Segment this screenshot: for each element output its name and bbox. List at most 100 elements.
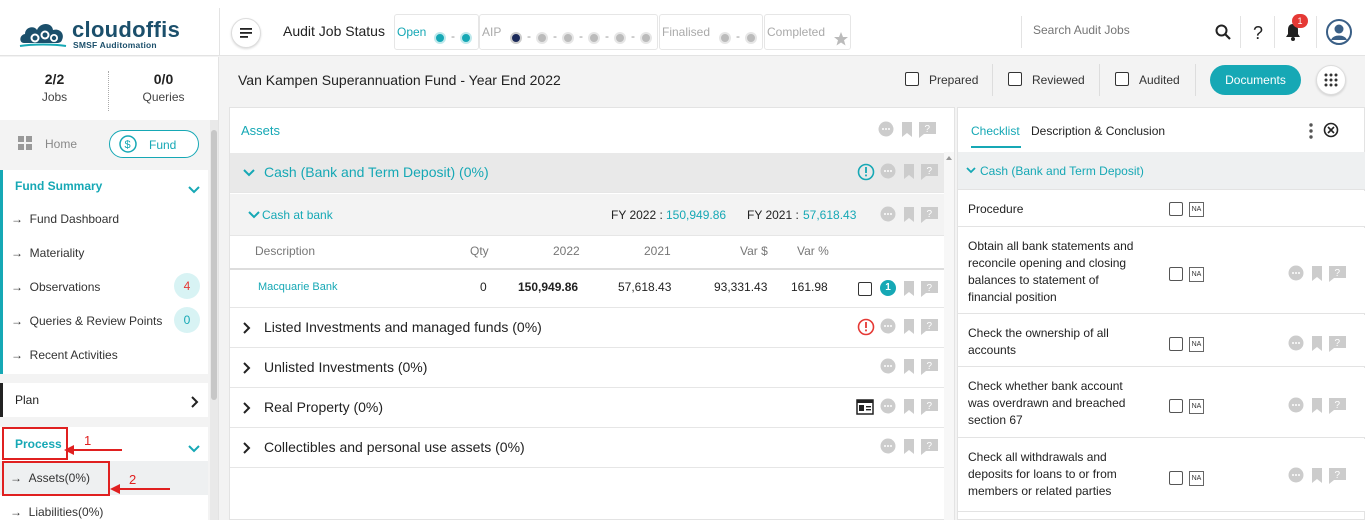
sidebar-item-materiality[interactable]: → Materiality [11,246,84,260]
checklist-item-checkbox[interactable] [1169,471,1183,485]
row-description[interactable]: Macquarie Bank [258,281,338,293]
status-finalised-group[interactable]: Finalised - [659,14,763,50]
search-audit-jobs-input[interactable] [1033,23,1203,37]
status-open-group[interactable]: Open - [394,14,479,50]
sidebar-item-liabilities[interactable]: → Liabilities(0%) [10,505,103,519]
bookmark-icon [902,122,912,137]
fund-label: Fund [149,138,177,152]
annotation-box-process [2,427,68,460]
category-row-collectibles[interactable]: Collectibles and personal use assets (0%… [230,428,944,468]
queries-count-badge: 0 [174,307,200,333]
svg-text:?: ? [927,166,933,177]
checklist-item: Check all withdrawals and deposits for l… [958,439,1365,512]
fund-summary-title[interactable]: Fund Summary [15,179,102,193]
subgroup-row-cash-at-bank[interactable]: Cash at bank FY 2022 : 150,949.86 FY 202… [230,194,944,236]
item-action-icons: ? [1288,467,1346,484]
status-completed-group[interactable]: Completed [764,14,851,50]
search-icon[interactable] [1214,23,1232,41]
na-toggle[interactable]: NA [1189,202,1204,217]
dollar-coin-icon: $ [119,135,137,153]
comment-count-badge[interactable]: 1 [880,280,896,296]
checklist-item: Check the ownership of all accounts NA ? [958,315,1365,367]
svg-text:$: $ [125,139,131,151]
checklist-section-header[interactable]: Cash (Bank and Term Deposit) [958,152,1365,190]
category-label: Cash (Bank and Term Deposit) (0%) [264,164,489,180]
jobs-count: 2/2 [44,71,65,87]
na-toggle[interactable]: NA [1189,337,1204,352]
notification-count-badge: 1 [1292,14,1308,28]
na-toggle[interactable]: NA [1189,267,1204,282]
collapse-panel-icon[interactable] [1323,122,1339,138]
category-label: Unlisted Investments (0%) [264,359,428,375]
tab-description-conclusion[interactable]: Description & Conclusion [1031,124,1165,138]
fund-title: Van Kampen Superannuation Fund - Year En… [238,72,561,88]
checklist-item-text: Check whether bank account was overdrawn… [968,379,1126,427]
fund-button[interactable]: $ Fund [109,130,199,158]
na-toggle[interactable]: NA [1189,471,1204,486]
help-icon[interactable]: ? [1251,22,1267,42]
brand-logo[interactable]: cloudoffis SMSF Auditomation [18,16,208,50]
assets-scrollbar[interactable] [944,152,954,520]
chevron-right-icon [243,322,251,334]
svg-text:?: ? [1253,23,1263,42]
chevron-down-icon[interactable] [187,444,201,454]
annotation-number-2: 2 [129,472,137,487]
fund-summary-section: Fund Summary → Fund Dashboard → Material… [0,170,208,374]
queries-label: Queries [142,90,185,104]
svg-text:?: ? [1335,470,1341,481]
prepared-checkbox[interactable] [905,72,919,86]
select-all-checkbox[interactable] [1169,202,1183,216]
sidebar-item-recent-activities[interactable]: → Recent Activities [11,348,118,362]
sidebar-item-fund-dashboard[interactable]: → Fund Dashboard [11,212,119,226]
sidebar-item-queries-review-points[interactable]: → Queries & Review Points [11,314,162,328]
alert-circle-icon [857,163,875,181]
assets-panel: Assets ? Cash (Bank and Term Deposit) (0… [229,107,955,520]
row-action-icons: ? [880,163,938,180]
column-header-2022: 2022 [553,244,580,258]
grid-dots-icon [1324,73,1338,87]
sidebar-scroll-thumb[interactable] [211,130,217,400]
menu-toggle-button[interactable] [231,18,261,48]
category-row-unlisted-investments[interactable]: Unlisted Investments (0%) ? [230,348,944,388]
category-row-cash[interactable]: Cash (Bank and Term Deposit) (0%) ? [230,153,944,193]
plan-section[interactable]: Plan [0,383,208,417]
checklist-item-checkbox[interactable] [1169,399,1183,413]
observations-count-badge: 4 [174,273,200,299]
svg-text:?: ? [1335,268,1341,279]
chevron-down-icon[interactable] [187,185,201,195]
arrow-right-icon: → [11,280,23,294]
row-checkbox[interactable] [858,282,872,296]
column-header-description: Description [255,244,316,258]
status-aip-group[interactable]: AIP - - - - - [479,14,658,50]
checklist-item-text: Check the ownership of all accounts [968,326,1109,357]
annotation-number-1: 1 [84,433,92,448]
category-row-real-property[interactable]: Real Property (0%) ? [230,388,944,428]
svg-text:?: ? [927,361,933,372]
jobs-stat[interactable]: 2/2 Jobs [2,71,107,104]
audit-job-status-title: Audit Job Status [283,23,385,39]
arrow-right-icon: → [11,348,23,362]
procedure-header: Procedure [968,202,1024,216]
more-vertical-icon[interactable] [1308,122,1314,140]
documents-button[interactable]: Documents [1210,65,1301,95]
row-action-icons: ? [880,206,938,223]
apps-grid-button[interactable] [1316,65,1346,95]
queries-stat[interactable]: 0/0 Queries [111,71,216,104]
chevron-down-icon [248,211,260,219]
audited-checkbox[interactable] [1115,72,1129,86]
checklist-item-checkbox[interactable] [1169,337,1183,351]
sidebar-item-observations[interactable]: → Observations [11,280,100,294]
svg-text:?: ? [927,401,933,412]
checklist-item-checkbox[interactable] [1169,267,1183,281]
na-toggle[interactable]: NA [1189,399,1204,414]
reviewed-checkbox[interactable] [1008,72,1022,86]
user-avatar-icon[interactable] [1326,19,1352,45]
tab-checklist[interactable]: Checklist [971,124,1020,138]
plan-title: Plan [15,393,40,407]
table-row[interactable]: Macquarie Bank 0 150,949.86 57,618.43 93… [230,270,944,308]
sidebar-scrollbar[interactable] [210,120,218,520]
category-row-listed-investments[interactable]: Listed Investments and managed funds (0%… [230,308,944,348]
scroll-up-icon[interactable] [944,154,954,162]
status-aip-label: AIP [482,25,502,39]
checklist-item-text: Obtain all bank statements and reconcile… [968,239,1134,304]
